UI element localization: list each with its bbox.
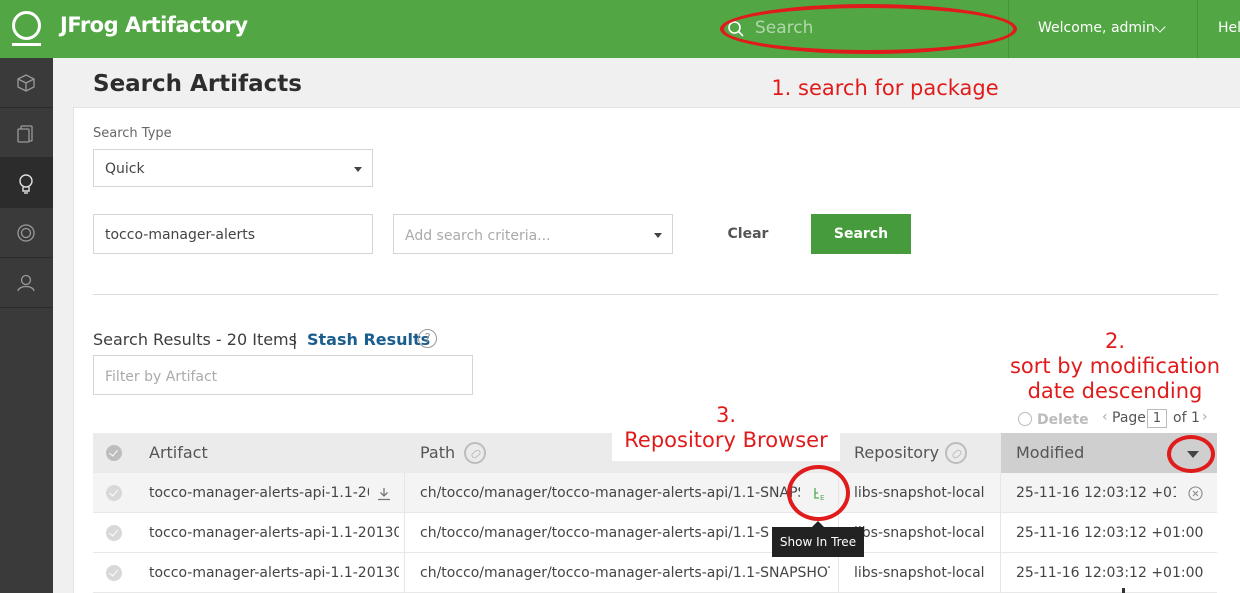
path-filter-icon[interactable]: [464, 442, 486, 464]
path-cell[interactable]: ch/tocco/manager/tocco-manager-alerts-ap…: [420, 513, 770, 553]
search-bulb-icon: [19, 174, 33, 194]
column-separator: [1000, 513, 1001, 553]
delete-row-icon[interactable]: [1188, 486, 1203, 501]
column-separator: [1000, 553, 1001, 593]
top-bar: JFrog Artifactory Welcome, admin Hel: [0, 0, 1240, 58]
prev-page-icon[interactable]: ‹: [1102, 409, 1108, 425]
sidebar-item-admin[interactable]: [0, 258, 53, 308]
search-type-value: Quick: [105, 161, 145, 177]
show-in-tree-tooltip: Show In Tree: [772, 521, 864, 557]
page-number-input[interactable]: 1: [1147, 409, 1167, 428]
column-header-modified[interactable]: Modified: [1016, 433, 1084, 473]
search-query-value: tocco-manager-alerts: [105, 227, 256, 243]
annotation-ellipse-tree: [787, 465, 850, 521]
filter-placeholder: Filter by Artifact: [105, 369, 218, 385]
search-type-select[interactable]: Quick: [93, 149, 373, 187]
clear-button[interactable]: Clear: [716, 214, 780, 254]
annotation-step2-number: 2.: [1104, 329, 1126, 353]
sidebar-item-packages[interactable]: [0, 58, 53, 108]
delete-icon[interactable]: [1018, 412, 1032, 426]
table-row[interactable]: tocco-manager-alerts-api-1.1-20130... ch…: [93, 553, 1217, 593]
page-title: Search Artifacts: [93, 71, 302, 97]
row-checkbox[interactable]: [106, 565, 122, 581]
annotation-step3-number: 3.: [612, 403, 840, 428]
search-type-label: Search Type: [93, 126, 172, 141]
pager-label: Page: [1112, 410, 1146, 426]
annotation-step3-line2: Repository Browser: [612, 428, 840, 461]
help-menu[interactable]: Hel: [1218, 20, 1240, 36]
artifacts-icon: [17, 125, 33, 143]
table-row[interactable]: tocco-manager-alerts-api-1.1-20 ch/tocco…: [93, 473, 1217, 513]
results-separator: |: [292, 330, 298, 349]
annotation-step2-line2: sort by modification: [1009, 354, 1221, 378]
pager-total: of 1: [1173, 410, 1200, 426]
delete-button[interactable]: Delete: [1037, 412, 1089, 428]
modified-cell: 25-11-16 12:03:12 +01:00: [1016, 565, 1204, 581]
scrollbar-mark: [1122, 588, 1125, 593]
search-criteria-placeholder: Add search criteria...: [405, 228, 551, 244]
jfrog-logo-underline: [12, 43, 41, 46]
column-separator: [404, 473, 405, 513]
caret-down-icon: [654, 233, 662, 238]
sidebar-item-search[interactable]: [0, 158, 53, 208]
sidebar-item-artifacts[interactable]: [0, 108, 53, 158]
repository-filter-icon[interactable]: [945, 442, 967, 464]
annotation-ellipse-search: [720, 4, 1017, 54]
select-all-checkbox[interactable]: [106, 445, 122, 461]
packages-icon: [17, 74, 35, 92]
search-criteria-select[interactable]: Add search criteria...: [393, 214, 673, 254]
download-icon[interactable]: [377, 487, 391, 501]
artifact-cell[interactable]: tocco-manager-alerts-api-1.1-20130...: [149, 553, 399, 593]
artifact-cell[interactable]: tocco-manager-alerts-api-1.1-20: [149, 473, 369, 513]
stash-results-link[interactable]: Stash Results: [307, 330, 430, 349]
search-button[interactable]: Search: [811, 214, 911, 254]
row-checkbox[interactable]: [106, 525, 122, 541]
results-title: Search Results - 20 Items: [93, 330, 297, 349]
row-checkbox[interactable]: [106, 485, 122, 501]
repository-cell[interactable]: libs-snapshot-local: [854, 553, 994, 593]
help-icon[interactable]: ?: [418, 329, 437, 348]
table-row[interactable]: tocco-manager-alerts-api-1.1-20130... ch…: [93, 513, 1217, 553]
annotation-ellipse-sort: [1167, 435, 1215, 473]
annotation-step2-line3: date descending: [1027, 379, 1203, 403]
column-separator: [1000, 473, 1001, 513]
brand-title[interactable]: JFrog Artifactory: [60, 13, 248, 37]
column-header-path[interactable]: Path: [420, 433, 455, 473]
caret-down-icon: [354, 167, 362, 172]
path-cell[interactable]: ch/tocco/manager/tocco-manager-alerts-ap…: [420, 473, 800, 513]
path-cell[interactable]: ch/tocco/manager/tocco-manager-alerts-ap…: [420, 553, 830, 593]
chevron-down-icon[interactable]: [1154, 21, 1166, 33]
artifact-cell[interactable]: tocco-manager-alerts-api-1.1-20130...: [149, 513, 399, 553]
column-separator: [838, 553, 839, 593]
jfrog-logo-icon[interactable]: [12, 11, 41, 40]
column-header-artifact[interactable]: Artifact: [149, 433, 208, 473]
user-menu[interactable]: Welcome, admin: [1038, 20, 1155, 36]
annotation-step1: 1. search for package: [771, 76, 999, 100]
column-separator: [404, 553, 405, 593]
repository-cell[interactable]: libs-snapshot-local: [854, 473, 994, 513]
column-header-repository[interactable]: Repository: [854, 433, 939, 473]
admin-icon: [17, 274, 35, 292]
next-page-icon[interactable]: ›: [1202, 409, 1208, 425]
divider: [93, 294, 1218, 295]
modified-cell: 25-11-16 12:03:12 +01:00: [1016, 485, 1176, 501]
column-separator: [404, 513, 405, 553]
builds-icon: [17, 224, 35, 242]
topbar-divider: [1197, 0, 1198, 58]
filter-by-artifact-input[interactable]: Filter by Artifact: [93, 355, 473, 395]
search-query-input[interactable]: tocco-manager-alerts: [93, 214, 373, 254]
sidebar: [0, 58, 53, 593]
sidebar-item-builds[interactable]: [0, 208, 53, 258]
modified-cell: 25-11-16 12:03:12 +01:00: [1016, 525, 1204, 541]
repository-cell[interactable]: libs-snapshot-local: [854, 513, 994, 553]
